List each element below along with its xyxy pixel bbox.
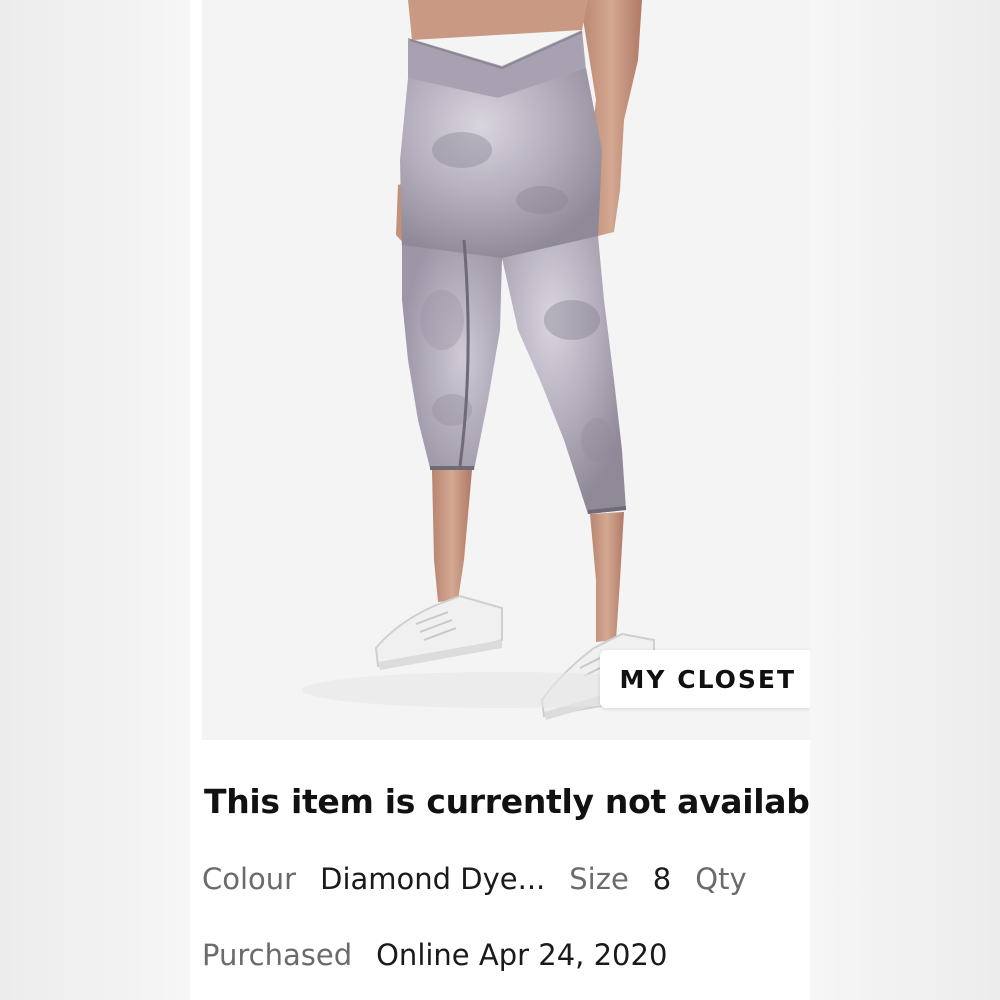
leggings-illustration — [302, 0, 702, 720]
purchase-info-row: Purchased Online Apr 24, 2020 — [202, 938, 691, 972]
my-closet-label: MY CLOSET — [619, 664, 796, 694]
size-value: 8 — [652, 862, 672, 896]
product-card[interactable]: MY CLOSET This item is currently not ava… — [190, 0, 810, 1000]
product-image[interactable] — [202, 0, 810, 740]
purchased-label: Purchased — [202, 938, 353, 972]
qty-label: Qty — [695, 862, 747, 896]
purchased-value: Online Apr 24, 2020 — [376, 938, 668, 972]
colour-label: Colour — [202, 862, 297, 896]
colour-value: Diamond Dye... — [320, 862, 546, 896]
item-attributes-row: Colour Diamond Dye... Size 8 Qty — [202, 862, 771, 896]
my-closet-badge[interactable]: MY CLOSET — [599, 650, 810, 708]
size-label: Size — [569, 862, 629, 896]
availability-status: This item is currently not available — [204, 782, 810, 821]
